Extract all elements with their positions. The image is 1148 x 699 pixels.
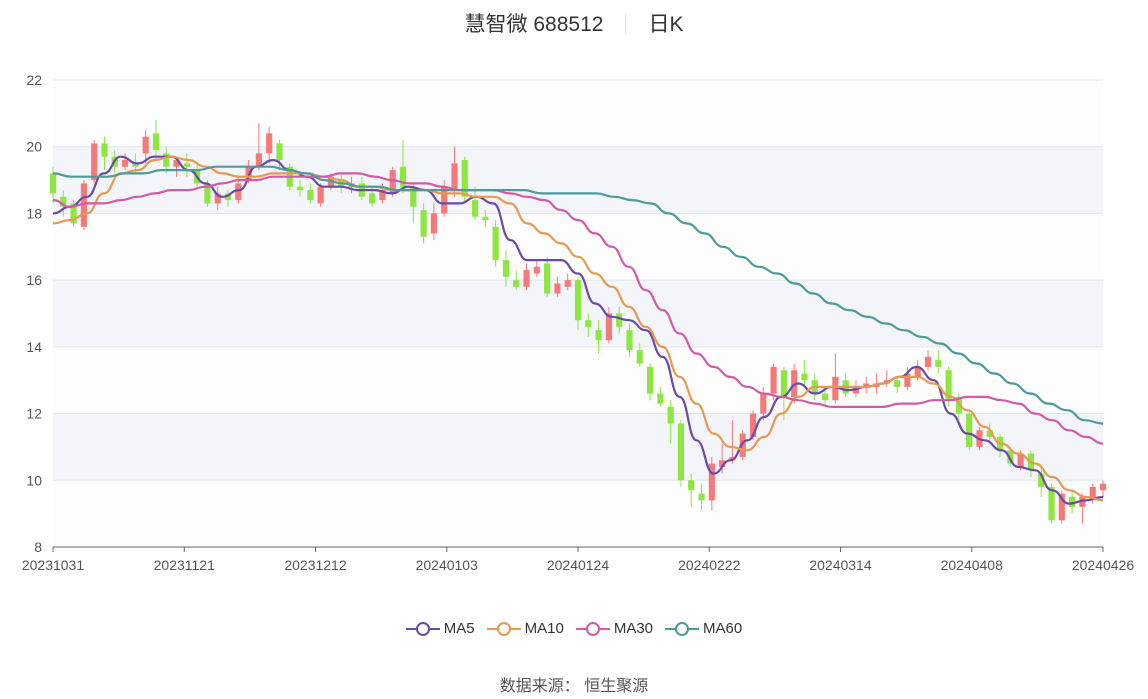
- legend-marker-icon: [405, 622, 440, 636]
- candle-body: [616, 313, 623, 327]
- candle-body: [574, 280, 582, 321]
- x-tick-label: 20240314: [809, 557, 872, 573]
- candle-body: [564, 280, 571, 287]
- candle-body: [770, 366, 777, 394]
- candle-body: [49, 173, 57, 194]
- candle-body: [235, 183, 242, 201]
- x-tick-label: 20231031: [22, 557, 85, 573]
- candle-body: [471, 200, 479, 217]
- candle-body: [688, 480, 695, 491]
- legend-item-ma10[interactable]: MA10: [486, 620, 564, 637]
- candle-body: [554, 283, 561, 294]
- x-tick-label: 20240408: [941, 557, 1004, 573]
- candle-body: [966, 413, 973, 447]
- legend-item-ma60[interactable]: MA60: [665, 620, 742, 637]
- candle-body: [492, 226, 499, 261]
- candle-body: [585, 320, 592, 327]
- grid-band: [53, 413, 1103, 481]
- y-tick-label: 12: [26, 406, 42, 422]
- legend-marker-icon: [665, 622, 700, 636]
- legend-label: MA5: [443, 620, 475, 637]
- y-tick-label: 22: [26, 72, 42, 88]
- candle-body: [430, 213, 437, 234]
- grid-band: [53, 213, 1103, 281]
- candle-body: [142, 136, 149, 154]
- legend-item-ma5[interactable]: MA5: [405, 620, 475, 637]
- source-name: 恒生聚源: [584, 678, 649, 695]
- legend: MA5 MA10 MA30 MA60: [0, 620, 1148, 637]
- candle-body: [266, 133, 273, 154]
- x-tick-label: 20240103: [416, 557, 479, 573]
- candle-body: [544, 263, 551, 294]
- candle-body: [677, 423, 685, 481]
- candle-body: [420, 210, 427, 237]
- candle-body: [657, 393, 664, 404]
- candle-body: [101, 143, 108, 157]
- y-tick-label: 14: [26, 339, 42, 355]
- candle-body: [523, 270, 530, 287]
- candle-body: [482, 216, 489, 221]
- candle-body: [451, 163, 458, 191]
- candle-body: [924, 356, 932, 367]
- y-tick-label: 16: [26, 272, 42, 288]
- candle-body: [91, 143, 98, 181]
- grid-band: [53, 480, 1103, 547]
- candle-body: [296, 186, 304, 191]
- candle-body: [821, 393, 829, 401]
- candle-body: [626, 330, 633, 351]
- candle-body: [276, 143, 283, 161]
- candle-body: [935, 360, 942, 367]
- candle-body: [163, 153, 170, 167]
- candlestick-chart: 8 10 12 14 16 18 20 22 20231031 20231121 20231212…: [22, 72, 1135, 573]
- legend-label: MA30: [613, 620, 654, 637]
- candle-body: [152, 133, 160, 151]
- legend-label: MA10: [524, 620, 564, 637]
- candle-body: [307, 190, 314, 201]
- data-source: 数据来源： 恒生聚源: [0, 672, 1148, 696]
- x-axis: 20231031 20231121 20231212 20240103 20240124…: [22, 546, 1135, 573]
- y-axis: 8 10 12 14 16 18 20 22: [26, 72, 42, 555]
- y-tick-label: 8: [34, 539, 42, 555]
- legend-marker-icon: [486, 622, 521, 636]
- candle-body: [595, 330, 602, 341]
- candle-body: [1048, 486, 1055, 521]
- candle-body: [121, 160, 129, 167]
- x-tick-label: 20240426: [1072, 557, 1135, 573]
- candle-body: [502, 260, 510, 277]
- candle-body: [1099, 483, 1107, 491]
- candle-body: [636, 350, 643, 364]
- x-tick-label: 20231212: [284, 557, 347, 573]
- candle-body: [513, 280, 520, 287]
- x-tick-label: 20240222: [678, 557, 741, 573]
- legend-label: MA60: [703, 620, 743, 637]
- candle-body: [698, 493, 705, 501]
- source-label: 数据来源：: [499, 678, 580, 695]
- y-tick-label: 20: [26, 139, 42, 155]
- y-tick-label: 10: [26, 472, 42, 488]
- x-tick-label: 20231121: [154, 557, 215, 573]
- candle-body: [533, 266, 540, 274]
- candle-body: [369, 193, 376, 204]
- x-tick-label: 20240124: [547, 557, 610, 573]
- candle-body: [760, 393, 767, 414]
- candle-body: [801, 373, 808, 381]
- candle-body: [780, 370, 787, 397]
- grid-band: [53, 80, 1103, 147]
- candle-body: [183, 163, 190, 167]
- legend-marker-icon: [575, 622, 610, 636]
- candle-body: [317, 186, 324, 204]
- y-tick-label: 18: [26, 205, 42, 221]
- candle-body: [461, 160, 468, 197]
- legend-item-ma30[interactable]: MA30: [575, 620, 654, 637]
- candle-body: [894, 380, 901, 387]
- candle-body: [646, 366, 654, 394]
- candle-body: [667, 406, 674, 424]
